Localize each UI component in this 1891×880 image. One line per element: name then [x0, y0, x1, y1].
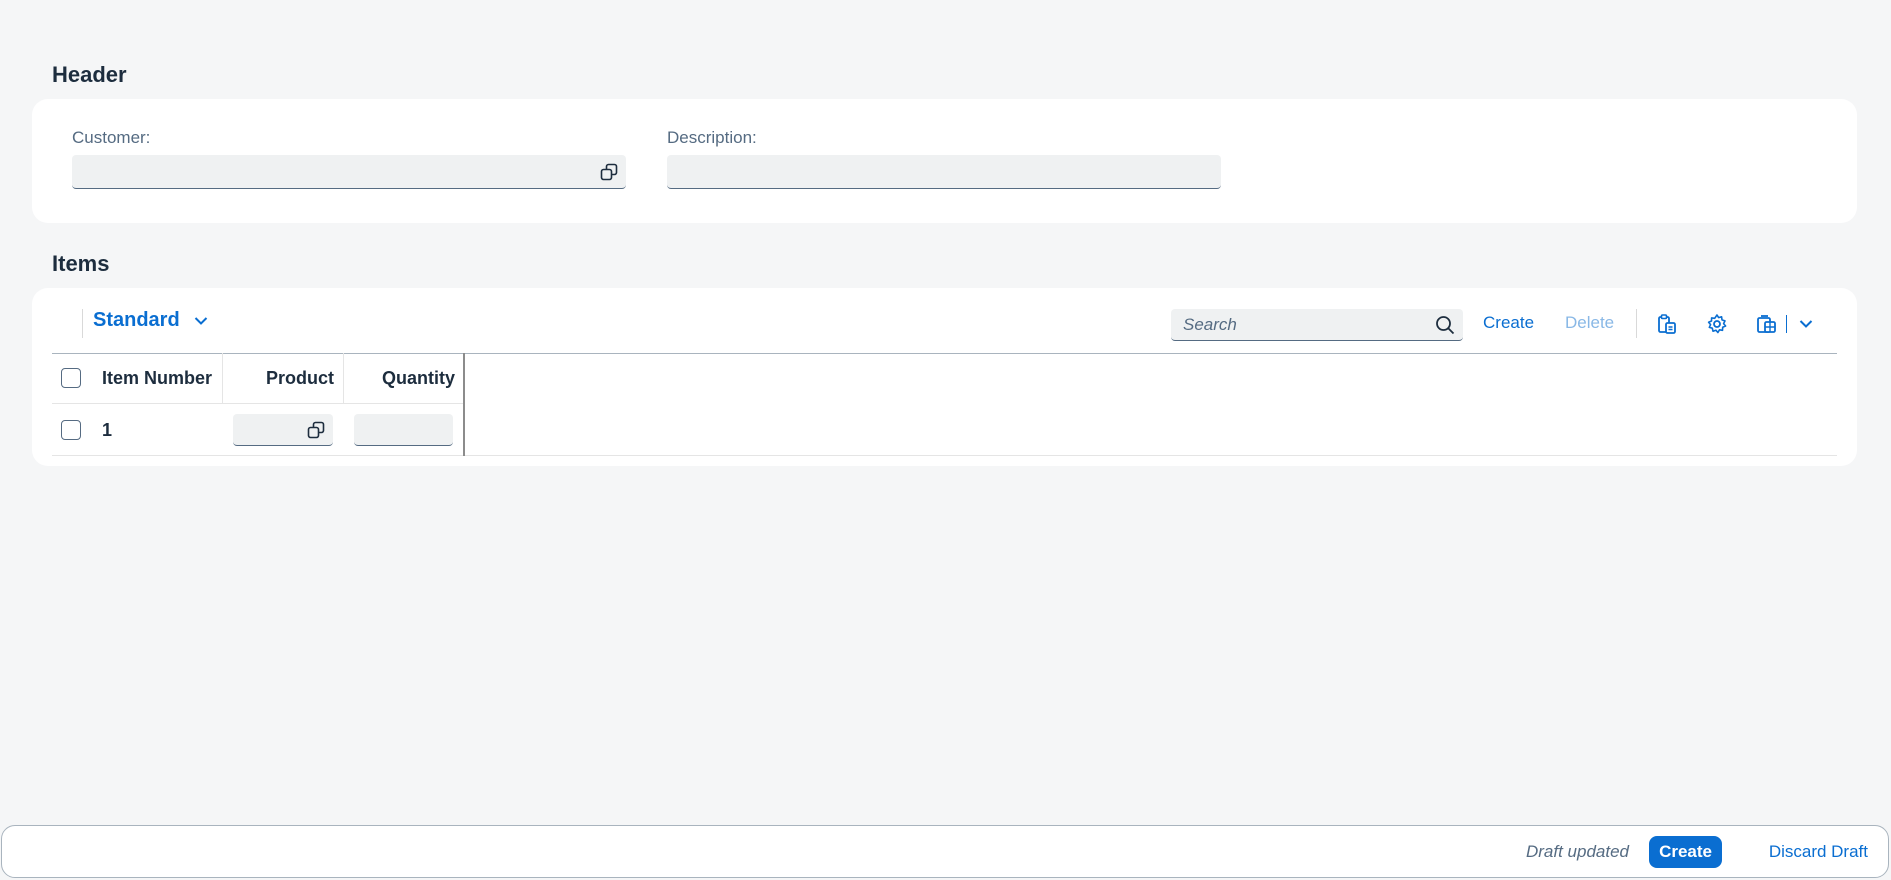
search-input[interactable]: [1183, 315, 1423, 335]
column-header-product[interactable]: Product: [266, 368, 334, 389]
search-icon[interactable]: [1435, 315, 1455, 335]
table-bottom-border: [52, 455, 1837, 456]
quantity-input[interactable]: [354, 414, 453, 446]
discard-draft-button[interactable]: Discard Draft: [1769, 842, 1868, 862]
create-item-button[interactable]: Create: [1483, 313, 1534, 333]
toolbar-separator: [82, 309, 83, 338]
delete-item-button[interactable]: Delete: [1565, 313, 1614, 333]
table-header-border: [52, 353, 1837, 354]
header-card: Customer: Description:: [32, 99, 1857, 223]
split-button-separator: [1786, 315, 1787, 333]
column-divider: [343, 353, 344, 403]
customer-label: Customer:: [72, 128, 151, 147]
select-all-checkbox[interactable]: [61, 368, 81, 388]
row-select-checkbox[interactable]: [61, 420, 81, 440]
items-section-title: Items: [52, 251, 110, 276]
toolbar-separator: [1636, 309, 1637, 338]
customer-field[interactable]: [72, 155, 626, 189]
chevron-down-icon[interactable]: [1799, 317, 1813, 331]
description-label: Description:: [667, 128, 757, 147]
chevron-down-icon: [194, 316, 207, 325]
export-icon[interactable]: [1756, 313, 1778, 335]
footer-toolbar: Draft updated Create Discard Draft: [1, 825, 1889, 878]
value-help-icon[interactable]: [307, 421, 325, 439]
draft-status: Draft updated: [1525, 842, 1629, 861]
column-divider: [222, 353, 223, 403]
settings-icon[interactable]: [1706, 313, 1728, 335]
header-section-title: Header: [52, 62, 127, 87]
column-header-item-number[interactable]: Item Number: [102, 368, 212, 389]
paste-icon[interactable]: [1656, 313, 1678, 335]
variant-management[interactable]: Standard: [93, 309, 208, 332]
table-column-end: [463, 353, 465, 456]
description-field[interactable]: [667, 155, 1221, 189]
variant-label: Standard: [93, 309, 180, 331]
column-header-quantity[interactable]: Quantity: [382, 368, 455, 389]
product-input[interactable]: [233, 414, 333, 446]
item-number-cell: 1: [102, 420, 113, 440]
table-row-divider: [52, 403, 464, 404]
create-button[interactable]: Create: [1649, 836, 1722, 868]
search-field[interactable]: [1171, 309, 1463, 341]
value-help-icon[interactable]: [600, 163, 618, 181]
